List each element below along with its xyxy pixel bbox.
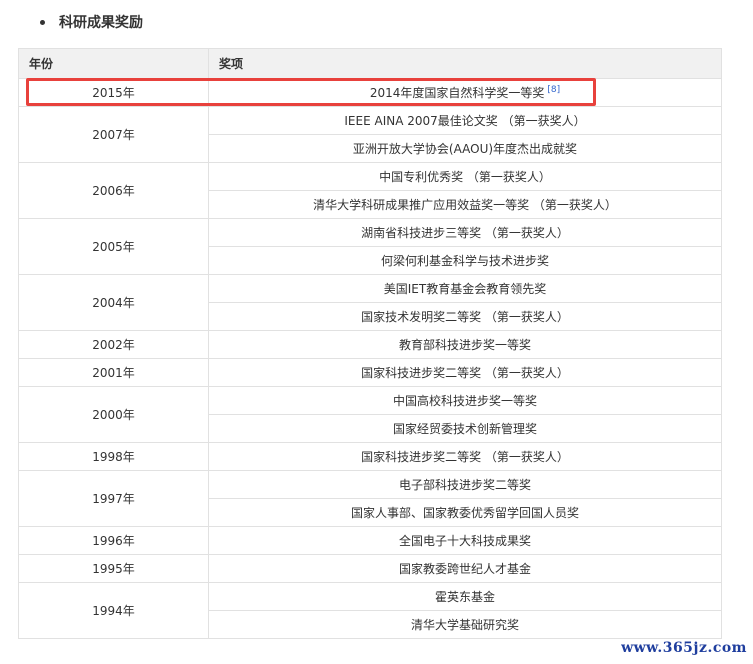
award-cell: 清华大学基础研究奖 [208,610,722,639]
award-text: 国家教委跨世纪人才基金 [398,562,531,576]
table-row: 2007年 IEEE AINA 2007最佳论文奖 （第一获奖人） [18,106,722,163]
award-text: 国家经贸委技术创新管理奖 [392,422,537,436]
year-cell: 1997年 [18,470,209,527]
year-cell: 1995年 [18,554,209,583]
year-cell: 2002年 [18,330,209,359]
award-cell: IEEE AINA 2007最佳论文奖 （第一获奖人） [208,106,722,135]
award-text: 何梁何利基金科学与技术进步奖 [380,254,549,268]
table-row: 1995年 国家教委跨世纪人才基金 [18,554,722,583]
year-cell: 2006年 [18,162,209,219]
award-text: IEEE AINA 2007最佳论文奖 （第一获奖人） [344,114,586,128]
award-cell: 何梁何利基金科学与技术进步奖 [208,246,722,275]
table-row: 2006年 中国专利优秀奖 （第一获奖人） [18,162,722,219]
award-text: 湖南省科技进步三等奖 （第一获奖人） [361,226,569,240]
year-cell: 2004年 [18,274,209,331]
award-cell: 国家科技进步奖二等奖 （第一获奖人） [208,358,722,387]
section-title: 科研成果奖励 [59,15,143,31]
year-cell: 2005年 [18,218,209,275]
award-text: 全国电子十大科技成果奖 [398,534,531,548]
award-text: 国家科技进步奖二等奖 （第一获奖人） [361,366,569,380]
year-cell: 2001年 [18,358,209,387]
table-row: 1994年 霍英东基金 [18,582,722,639]
table-row: 2001年 国家科技进步奖二等奖 （第一获奖人） [18,358,722,387]
award-cell: 国家人事部、国家教委优秀留学回国人员奖 [208,498,722,527]
award-text: 教育部科技进步奖一等奖 [398,338,531,352]
header-award: 奖项 [208,48,722,79]
year-cell: 1994年 [18,582,209,639]
award-cell: 国家经贸委技术创新管理奖 [208,414,722,443]
table-row: 1996年 全国电子十大科技成果奖 [18,526,722,555]
award-cell: 2014年度国家自然科学奖一等奖 [8] [208,78,722,107]
award-text: 清华大学科研成果推广应用效益奖一等奖 （第一获奖人） [313,198,617,212]
table-row: 1997年 电子部科技进步奖二等奖 [18,470,722,527]
awards-body: 2015年 2014年度国家自然科学奖一等奖 [8] 2007年 IEEE AINA 2… [18,78,722,639]
year-cell: 2015年 [18,78,209,107]
award-cell: 美国IET教育基金会教育领先奖 [208,274,722,303]
table-row: 2000年 中国高校科技进步奖一等奖 [18,386,722,443]
award-text: 霍英东基金 [434,590,495,604]
table-row: 2015年 2014年度国家自然科学奖一等奖 [8] [18,78,722,107]
year-cell: 2007年 [18,106,209,163]
award-cell: 亚洲开放大学协会(AAOU)年度杰出成就奖 [208,134,722,163]
award-text: 亚洲开放大学协会(AAOU)年度杰出成就奖 [352,142,578,156]
watermark: www.365jz.com [621,640,747,656]
reference-link[interactable]: [8] [547,85,560,95]
award-text: 电子部科技进步奖二等奖 [398,478,531,492]
award-text: 国家人事部、国家教委优秀留学回国人员奖 [350,506,579,520]
award-text: 美国IET教育基金会教育领先奖 [383,282,547,296]
award-cell: 湖南省科技进步三等奖 （第一获奖人） [208,218,722,247]
table-row: 2005年 湖南省科技进步三等奖 （第一获奖人） [18,218,722,275]
award-text: 国家科技进步奖二等奖 （第一获奖人） [361,450,569,464]
year-cell: 2000年 [18,386,209,443]
award-cell: 教育部科技进步奖一等奖 [208,330,722,359]
award-text: 中国专利优秀奖 （第一获奖人） [379,170,551,184]
award-cell: 霍英东基金 [208,582,722,611]
table-row: 2002年 教育部科技进步奖一等奖 [18,330,722,359]
awards-table: 年份 奖项 2015年 2014年度国家自然科学奖一等奖 [8] 2007年 IEEE … [18,48,722,639]
year-cell: 1998年 [18,442,209,471]
award-cell: 中国高校科技进步奖一等奖 [208,386,722,415]
award-text: 国家技术发明奖二等奖 （第一获奖人） [361,310,569,324]
award-cell: 电子部科技进步奖二等奖 [208,470,722,499]
award-text: 中国高校科技进步奖一等奖 [392,394,537,408]
award-text: 2014年度国家自然科学奖一等奖 [369,86,545,100]
award-cell: 国家教委跨世纪人才基金 [208,554,722,583]
header-year: 年份 [18,48,209,79]
table-row: 2004年 美国IET教育基金会教育领先奖 [18,274,722,331]
award-cell: 国家技术发明奖二等奖 （第一获奖人） [208,302,722,331]
award-cell: 国家科技进步奖二等奖 （第一获奖人） [208,442,722,471]
table-header-row: 年份 奖项 [18,48,722,79]
award-cell: 全国电子十大科技成果奖 [208,526,722,555]
bullet-icon [40,19,45,25]
award-cell: 中国专利优秀奖 （第一获奖人） [208,162,722,191]
award-text: 清华大学基础研究奖 [410,618,519,632]
table-row: 1998年 国家科技进步奖二等奖 （第一获奖人） [18,442,722,471]
section-heading: 科研成果奖励 [40,11,143,33]
year-cell: 1996年 [18,526,209,555]
award-cell: 清华大学科研成果推广应用效益奖一等奖 （第一获奖人） [208,190,722,219]
